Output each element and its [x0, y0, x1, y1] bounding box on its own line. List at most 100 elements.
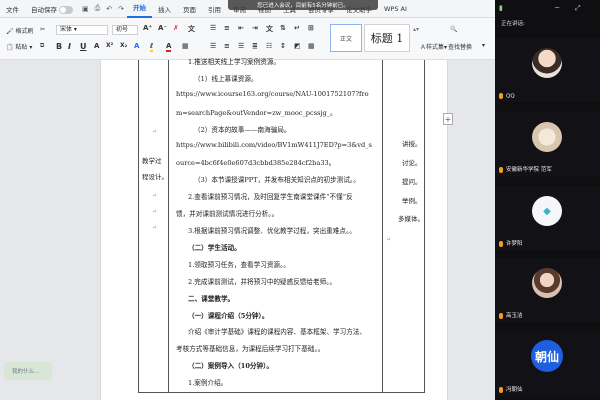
- paragraph-mark: ↵: [386, 236, 392, 243]
- document-line[interactable]: ource=4bc6f4e0e607d3cbbd385e284cf2ba33。: [176, 157, 335, 167]
- outdent-icon[interactable]: ⇤: [238, 24, 244, 32]
- grow-font-icon[interactable]: A⁺: [143, 24, 152, 32]
- table-border-left: [138, 60, 139, 392]
- save-icon[interactable]: ▣: [79, 5, 92, 13]
- document-line[interactable]: （一）课程介绍（5分钟）。: [188, 310, 268, 320]
- participant-tile[interactable]: 朝仙 冯朝仙: [495, 332, 600, 396]
- tab-insert[interactable]: 插入: [152, 4, 177, 14]
- find-icon[interactable]: 🔍: [450, 26, 457, 33]
- document-line[interactable]: https://www.bilibili.com/video/BV1mW411J…: [176, 141, 372, 149]
- font-family-select[interactable]: 宋体 ▾: [56, 25, 108, 35]
- menu-file[interactable]: 文件: [0, 4, 25, 14]
- undo-icon[interactable]: ↶: [103, 5, 115, 13]
- superscript-icon[interactable]: X²: [106, 42, 113, 49]
- participant-name: 许梦阳: [506, 241, 523, 247]
- avatar: 朝仙: [531, 340, 563, 372]
- minimize-icon[interactable]: ─: [555, 4, 559, 12]
- style-normal[interactable]: 正文: [330, 24, 362, 52]
- chinese-layout-icon[interactable]: 文: [266, 24, 273, 34]
- table-col-line-1: [168, 60, 169, 392]
- document-line[interactable]: 馈，并对课前测试情况进行分析。。: [176, 208, 278, 218]
- participant-tile[interactable]: 高玉洁: [495, 258, 600, 322]
- participant-tile[interactable]: 安徽新华学院 范军: [495, 112, 600, 176]
- mic-icon: [499, 312, 503, 319]
- align-left-icon[interactable]: ☰: [210, 42, 216, 50]
- floating-search-widget[interactable]: 我的什么...: [4, 362, 52, 380]
- justify-icon[interactable]: ≣: [252, 42, 258, 50]
- bold-icon[interactable]: B: [56, 42, 62, 51]
- shrink-font-icon[interactable]: A⁻: [158, 24, 167, 32]
- show-marks-icon[interactable]: ↵: [294, 24, 300, 32]
- document-line[interactable]: 3.根据课前预习情况调整、优化教学过程，突出重难点。。: [188, 225, 356, 235]
- brush-icon: 🖌: [6, 28, 14, 35]
- avatar: [532, 268, 562, 298]
- document-line[interactable]: 考核方式等基础信息，为课程后续学习打下基础。。: [176, 343, 324, 353]
- find-replace-button[interactable]: 查找替换: [448, 42, 472, 51]
- tab-page[interactable]: 页面: [177, 4, 202, 14]
- table-border-icon[interactable]: ▦: [308, 42, 315, 50]
- align-center-icon[interactable]: ≡: [224, 42, 230, 50]
- document-line[interactable]: 2.查看课前预习情况，及时回复学生南课堂课件“不懂”反: [188, 191, 353, 201]
- autosave-label[interactable]: 自动保存: [25, 4, 79, 14]
- avatar: [532, 122, 562, 152]
- distribute-icon[interactable]: ☷: [266, 42, 272, 50]
- underline-icon[interactable]: U: [80, 42, 87, 51]
- numbering-icon[interactable]: ≡: [224, 24, 230, 32]
- right-cell-line: 讲授。: [402, 140, 422, 148]
- mic-icon: [499, 386, 503, 393]
- font-size-select[interactable]: 初号: [112, 25, 138, 35]
- border-icon[interactable]: ⊞: [308, 24, 314, 32]
- clear-format-icon[interactable]: ✗: [173, 24, 179, 32]
- bullets-icon[interactable]: ☰: [210, 24, 216, 32]
- font-color-icon[interactable]: A: [166, 42, 172, 52]
- document-line[interactable]: https://www.icourse163.org/course/NAU-10…: [176, 90, 369, 98]
- font-effect-icon[interactable]: A: [134, 42, 139, 50]
- wps-ai-button[interactable]: WPS AI: [378, 5, 413, 13]
- shading-icon[interactable]: ◩: [294, 42, 301, 50]
- document-line[interactable]: 二、课堂教学。: [188, 293, 234, 303]
- document-line[interactable]: 2.完成课前测试，并将预习中的疑惑反馈给老师。。: [188, 276, 336, 286]
- document-line[interactable]: （1）线上慕课资源。: [194, 73, 258, 83]
- table-border-right: [424, 60, 425, 392]
- autosave-toggle[interactable]: [59, 5, 73, 14]
- document-line[interactable]: m=searchPage&outVendor=zw_mooc_pcssjg_。: [176, 107, 337, 117]
- document-line[interactable]: 1.推送相关线上学习案例资源。: [188, 56, 280, 66]
- mic-icon: [499, 166, 503, 173]
- participant-name: QQ: [506, 93, 515, 99]
- italic-icon[interactable]: I: [68, 42, 71, 51]
- tab-references[interactable]: 引用: [202, 4, 227, 14]
- subscript-icon[interactable]: X₂: [120, 42, 127, 49]
- paste-button[interactable]: 📋 粘贴 ▾: [6, 42, 32, 51]
- align-right-icon[interactable]: ☰: [238, 42, 244, 50]
- document-line[interactable]: （2）资本的故事——南海骗局。: [194, 124, 291, 134]
- pinyin-icon[interactable]: 文: [188, 24, 195, 34]
- participant-tile[interactable]: ◆ 许梦阳: [495, 186, 600, 250]
- select-button[interactable]: ▾: [482, 42, 485, 49]
- char-border-icon[interactable]: ▦: [182, 42, 189, 50]
- participant-tile[interactable]: QQ: [495, 38, 600, 102]
- document-line[interactable]: （二）学生活动。: [188, 242, 241, 252]
- indent-icon[interactable]: ⇥: [252, 24, 258, 32]
- line-spacing-icon[interactable]: ↕: [280, 42, 286, 50]
- highlight-icon[interactable]: ℓ: [150, 42, 154, 52]
- style-heading-1[interactable]: 标题 1: [364, 24, 410, 52]
- table-bottom-border: [138, 392, 425, 393]
- tab-home[interactable]: 开始: [126, 0, 152, 18]
- document-line[interactable]: 介绍《审计学基础》课程的课程内容、基本框架、学习方法、: [188, 326, 366, 336]
- add-column-button[interactable]: +: [443, 113, 453, 125]
- expand-icon[interactable]: ⤢: [575, 4, 581, 13]
- print-icon[interactable]: ⎙: [92, 4, 104, 13]
- document-line[interactable]: 1.领取预习任务，查看学习资源。。: [188, 259, 290, 269]
- styles-set-button[interactable]: Ａ样式集▾: [420, 42, 447, 51]
- meeting-notice: 您已进入会议，目前有5名分钟前已。: [228, 0, 378, 10]
- sort-icon[interactable]: ⇅: [280, 24, 286, 32]
- copy-icon[interactable]: ⧉: [40, 42, 44, 50]
- redo-icon[interactable]: ↷: [115, 5, 127, 13]
- strikethrough-icon[interactable]: A: [94, 42, 99, 50]
- cut-icon[interactable]: ✂: [40, 26, 45, 33]
- document-line[interactable]: （3）本节课授课PPT，并发布相关知识点的初步测试。。: [194, 174, 360, 184]
- style-scroll-icon[interactable]: ▴▾: [413, 26, 419, 33]
- document-line[interactable]: 1.案例介绍。: [188, 377, 227, 387]
- format-painter-button[interactable]: 🖌 格式刷: [6, 26, 34, 35]
- document-line[interactable]: （二）案例导入（10分钟）。: [188, 360, 273, 370]
